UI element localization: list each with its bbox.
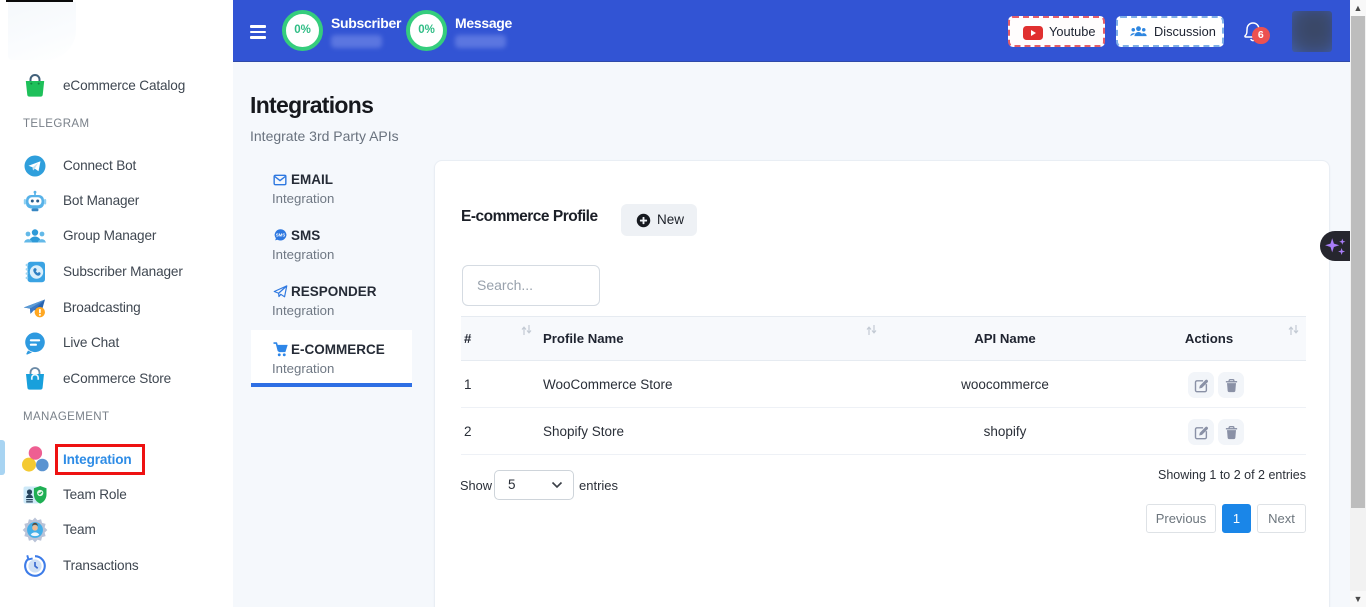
svg-text:SMS: SMS bbox=[276, 233, 286, 238]
